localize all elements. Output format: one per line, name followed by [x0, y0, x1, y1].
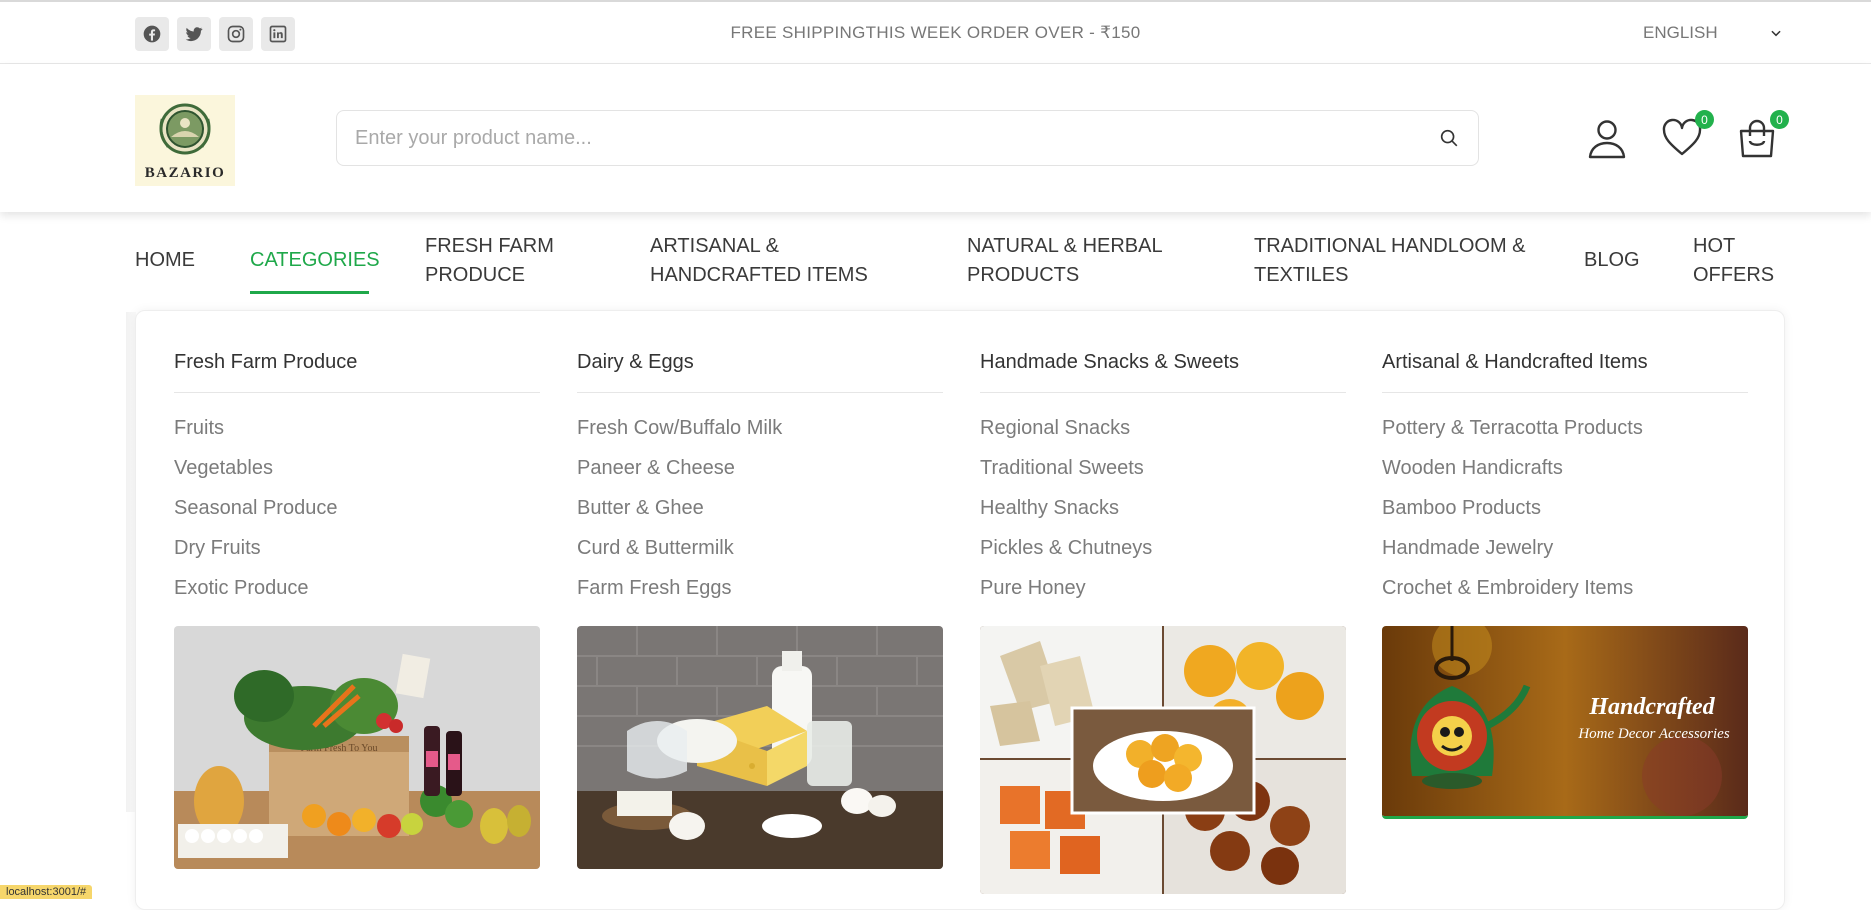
- nav-active-underline: [250, 291, 369, 294]
- chevron-down-icon: [1769, 26, 1783, 40]
- category-link[interactable]: Vegetables: [174, 448, 540, 488]
- category-link[interactable]: Pottery & Terracotta Products: [1382, 408, 1748, 448]
- category-title[interactable]: Handmade Snacks & Sweets: [980, 351, 1346, 393]
- category-link[interactable]: Healthy Snacks: [980, 488, 1346, 528]
- category-title[interactable]: Dairy & Eggs: [577, 351, 943, 393]
- category-link[interactable]: Paneer & Cheese: [577, 448, 943, 488]
- nav-blog[interactable]: BLOG: [1584, 246, 1640, 275]
- logo-text: BAZARIO: [145, 165, 226, 182]
- nav-traditional-handloom[interactable]: TRADITIONAL HANDLOOM &TEXTILES: [1254, 232, 1526, 290]
- nav-artisanal-handcrafted[interactable]: ARTISANAL &HANDCRAFTED ITEMS: [650, 232, 868, 290]
- category-column-artisanal: Artisanal & Handcrafted Items Pottery & …: [1382, 351, 1748, 608]
- nav-fresh-farm-produce[interactable]: FRESH FARMPRODUCE: [425, 232, 554, 290]
- category-link[interactable]: Pure Honey: [980, 568, 1346, 608]
- nav-hot-offers[interactable]: HOTOFFERS: [1693, 232, 1774, 290]
- user-icon: [1585, 116, 1629, 160]
- category-link[interactable]: Regional Snacks: [980, 408, 1346, 448]
- category-link[interactable]: Handmade Jewelry: [1382, 528, 1748, 568]
- categories-mega-menu: Fresh Farm Produce Fruits Vegetables Sea…: [135, 310, 1785, 910]
- wishlist-button[interactable]: 0: [1660, 116, 1704, 160]
- top-bar: FREE SHIPPINGTHIS WEEK ORDER OVER - ₹150…: [0, 0, 1871, 64]
- main-nav: HOME CATEGORIES FRESH FARMPRODUCE ARTISA…: [0, 212, 1871, 310]
- search-bar: [336, 110, 1479, 166]
- category-link[interactable]: Curd & Buttermilk: [577, 528, 943, 568]
- category-link[interactable]: Bamboo Products: [1382, 488, 1748, 528]
- category-column-dairy: Dairy & Eggs Fresh Cow/Buffalo Milk Pane…: [577, 351, 943, 608]
- category-link[interactable]: Fruits: [174, 408, 540, 448]
- category-link[interactable]: Fresh Cow/Buffalo Milk: [577, 408, 943, 448]
- nav-categories[interactable]: CATEGORIES: [250, 246, 380, 275]
- category-title[interactable]: Artisanal & Handcrafted Items: [1382, 351, 1748, 393]
- svg-text:Handcrafted: Handcrafted: [1588, 694, 1715, 720]
- nav-home[interactable]: HOME: [135, 246, 195, 275]
- language-select[interactable]: ENGLISH: [1643, 23, 1783, 43]
- category-link[interactable]: Traditional Sweets: [980, 448, 1346, 488]
- category-link[interactable]: Crochet & Embroidery Items: [1382, 568, 1748, 608]
- main-header: BAZARIO 0 0: [0, 64, 1871, 212]
- wishlist-count-badge: 0: [1695, 110, 1714, 129]
- fresh-produce-image[interactable]: Farm Fresh To You: [174, 626, 540, 869]
- snacks-sweets-image[interactable]: [980, 626, 1346, 894]
- category-link[interactable]: Dry Fruits: [174, 528, 540, 568]
- category-link[interactable]: Pickles & Chutneys: [980, 528, 1346, 568]
- category-link[interactable]: Exotic Produce: [174, 568, 540, 608]
- handcrafted-banner-image[interactable]: Handcrafted Home Decor Accessories: [1382, 626, 1748, 819]
- cart-count-badge: 0: [1770, 110, 1789, 129]
- svg-text:Home Decor Accessories: Home Decor Accessories: [1577, 726, 1730, 742]
- promo-banner: FREE SHIPPINGTHIS WEEK ORDER OVER - ₹150: [0, 23, 1871, 43]
- browser-status-url: localhost:3001/#: [0, 885, 92, 899]
- account-button[interactable]: [1585, 116, 1629, 160]
- category-column-snacks: Handmade Snacks & Sweets Regional Snacks…: [980, 351, 1346, 608]
- category-link[interactable]: Wooden Handicrafts: [1382, 448, 1748, 488]
- logo-emblem-icon: [154, 99, 216, 161]
- search-input[interactable]: [355, 127, 1438, 150]
- language-label: ENGLISH: [1643, 23, 1718, 43]
- nav-natural-herbal[interactable]: NATURAL & HERBALPRODUCTS: [967, 232, 1163, 290]
- cart-button[interactable]: 0: [1735, 116, 1779, 160]
- category-link[interactable]: Seasonal Produce: [174, 488, 540, 528]
- search-icon[interactable]: [1438, 127, 1460, 149]
- brand-logo[interactable]: BAZARIO: [135, 95, 235, 186]
- category-column-fresh-farm: Fresh Farm Produce Fruits Vegetables Sea…: [174, 351, 540, 608]
- category-link[interactable]: Butter & Ghee: [577, 488, 943, 528]
- dairy-eggs-image[interactable]: [577, 626, 943, 869]
- category-link[interactable]: Farm Fresh Eggs: [577, 568, 943, 608]
- category-title[interactable]: Fresh Farm Produce: [174, 351, 540, 393]
